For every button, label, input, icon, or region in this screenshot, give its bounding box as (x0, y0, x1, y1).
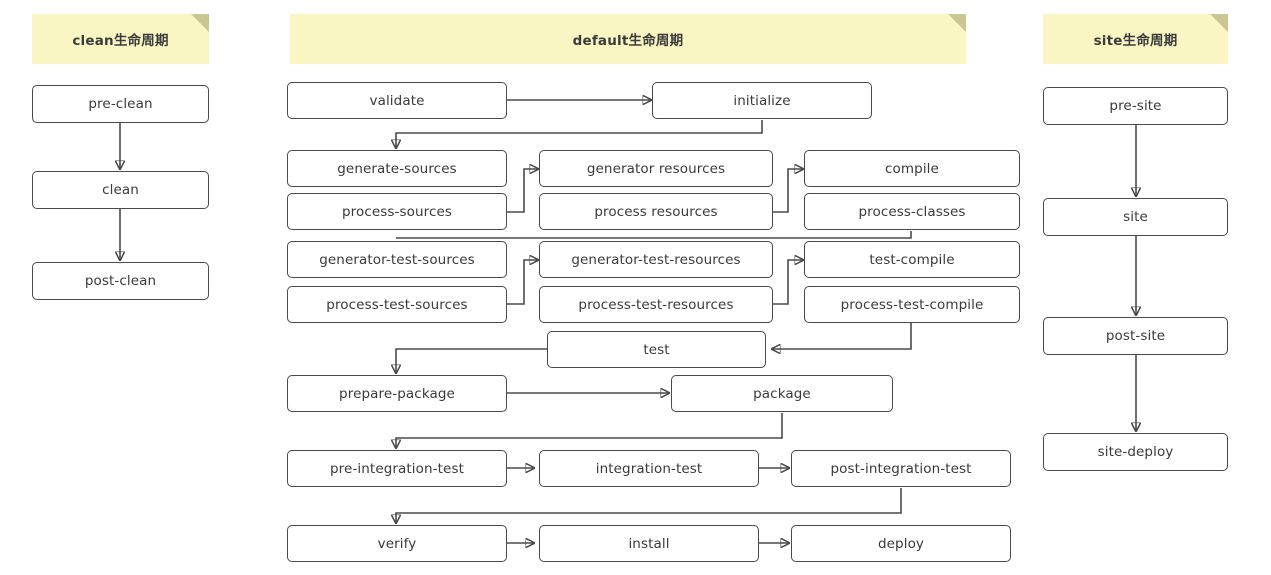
diagram-canvas: clean生命周期 default生命周期 site生命周期 pre-clean… (0, 0, 1271, 575)
node-clean[interactable]: clean (32, 171, 209, 209)
edge-processclasses-generatortestsources (396, 231, 912, 239)
banner-clean: clean生命周期 (32, 14, 209, 64)
node-process-test-sources[interactable]: process-test-sources (287, 286, 507, 323)
node-generator-test-sources[interactable]: generator-test-sources (287, 241, 507, 278)
node-prepare-package[interactable]: prepare-package (287, 375, 507, 412)
node-pre-clean[interactable]: pre-clean (32, 85, 209, 123)
node-test-compile[interactable]: test-compile (804, 241, 1020, 278)
edge-processtestcompile-test (772, 323, 912, 349)
node-process-resources[interactable]: process resources (539, 193, 773, 230)
node-verify[interactable]: verify (287, 525, 507, 562)
node-generator-resources[interactable]: generator resources (539, 150, 773, 187)
edge-processtestsources-generatortestresources (507, 260, 538, 305)
node-test[interactable]: test (547, 331, 766, 368)
node-post-integration-test[interactable]: post-integration-test (791, 450, 1011, 487)
node-process-test-resources[interactable]: process-test-resources (539, 286, 773, 323)
edge-test-preparepackage (396, 348, 548, 373)
node-process-test-compile[interactable]: process-test-compile (804, 286, 1020, 323)
banner-default: default生命周期 (290, 14, 966, 64)
node-process-classes[interactable]: process-classes (804, 193, 1020, 230)
node-integration-test[interactable]: integration-test (539, 450, 759, 487)
node-process-sources[interactable]: process-sources (287, 193, 507, 230)
node-post-site[interactable]: post-site (1043, 317, 1228, 355)
node-site-deploy[interactable]: site-deploy (1043, 433, 1228, 471)
node-compile[interactable]: compile (804, 150, 1020, 187)
banner-site: site生命周期 (1043, 14, 1228, 64)
node-validate[interactable]: validate (287, 82, 507, 119)
node-pre-site[interactable]: pre-site (1043, 87, 1228, 125)
banner-default-label: default生命周期 (572, 33, 684, 49)
edge-processtestresources-testcompile (772, 260, 803, 305)
edge-initialize-generatesources (396, 120, 763, 148)
banner-clean-label: clean生命周期 (72, 33, 169, 49)
node-generator-test-resources[interactable]: generator-test-resources (539, 241, 773, 278)
node-generate-sources[interactable]: generate-sources (287, 150, 507, 187)
node-site[interactable]: site (1043, 198, 1228, 236)
edge-postintegrationtest-verify (396, 488, 902, 523)
edge-processresources-compile (772, 169, 803, 213)
edge-processsources-generatorresources (507, 169, 538, 213)
node-package[interactable]: package (671, 375, 893, 412)
banner-site-label: site生命周期 (1093, 33, 1178, 49)
edge-package-preintegrationtest (396, 413, 783, 448)
node-pre-integration-test[interactable]: pre-integration-test (287, 450, 507, 487)
node-initialize[interactable]: initialize (652, 82, 872, 119)
node-deploy[interactable]: deploy (791, 525, 1011, 562)
node-post-clean[interactable]: post-clean (32, 262, 209, 300)
node-install[interactable]: install (539, 525, 759, 562)
